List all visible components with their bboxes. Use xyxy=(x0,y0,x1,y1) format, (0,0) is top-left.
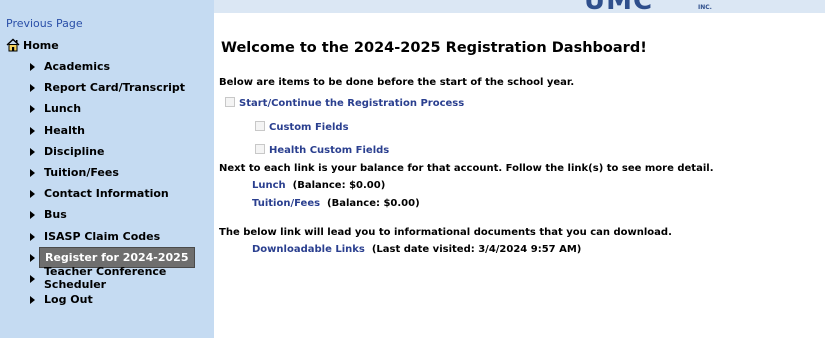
sidebar-item-bus[interactable]: Bus xyxy=(0,204,214,225)
sidebar-home[interactable]: Home xyxy=(6,36,59,54)
sidebar-item-tuition-fees[interactable]: Tuition/Fees xyxy=(0,162,214,183)
lunch-link[interactable]: Lunch xyxy=(252,180,286,191)
sidebar-item-label: Tuition/Fees xyxy=(44,166,119,180)
sidebar-item-label: Discipline xyxy=(44,144,105,158)
sidebar-item-label: Health xyxy=(44,123,85,137)
custom-fields-link[interactable]: Custom Fields xyxy=(269,122,349,133)
task-health-custom-fields: Health Custom Fields xyxy=(255,144,389,156)
intro-text: Below are items to be done before the st… xyxy=(219,77,575,88)
task-custom-fields: Custom Fields xyxy=(255,121,349,133)
sidebar-item-report-card[interactable]: Report Card/Transcript xyxy=(0,77,214,98)
caret-right-icon xyxy=(30,105,35,114)
caret-right-icon xyxy=(30,126,35,135)
company-logo: UMC xyxy=(584,0,653,13)
top-banner: UMC INC. xyxy=(214,0,825,13)
sidebar-item-label: Log Out xyxy=(44,293,93,307)
caret-right-icon xyxy=(30,232,35,241)
caret-right-icon xyxy=(30,274,35,283)
home-icon xyxy=(6,38,20,52)
caret-right-icon xyxy=(30,211,35,220)
sidebar-item-log-out[interactable]: Log Out xyxy=(0,289,214,310)
sidebar-item-academics[interactable]: Academics xyxy=(0,56,214,77)
sidebar: Previous Page Home Academics Report Card… xyxy=(0,0,214,338)
sidebar-item-label: Lunch xyxy=(44,102,82,116)
caret-right-icon xyxy=(30,147,35,156)
sidebar-item-label: Bus xyxy=(44,208,67,222)
sidebar-item-isasp-claim-codes[interactable]: ISASP Claim Codes xyxy=(0,226,214,247)
sidebar-item-contact-information[interactable]: Contact Information xyxy=(0,183,214,204)
lunch-balance-row: Lunch (Balance: $0.00) xyxy=(252,180,385,191)
task-checkbox[interactable] xyxy=(255,121,265,131)
sidebar-item-teacher-conference-scheduler[interactable]: Teacher Conference Scheduler xyxy=(0,265,214,292)
health-custom-fields-link[interactable]: Health Custom Fields xyxy=(269,145,389,156)
sidebar-item-label: ISASP Claim Codes xyxy=(44,229,161,243)
tuition-balance-row: Tuition/Fees (Balance: $0.00) xyxy=(252,198,420,209)
registration-process-link[interactable]: Start/Continue the Registration Process xyxy=(239,98,464,109)
last-visited-text: (Last date visited: 3/4/2024 9:57 AM) xyxy=(371,244,582,255)
caret-right-icon xyxy=(30,296,35,305)
tuition-balance: (Balance: $0.00) xyxy=(327,198,420,209)
caret-right-icon xyxy=(30,253,35,262)
sidebar-item-label: Academics xyxy=(44,60,111,74)
sidebar-item-label: Teacher Conference Scheduler xyxy=(44,265,167,292)
caret-right-icon xyxy=(30,168,35,177)
sidebar-item-health[interactable]: Health xyxy=(0,120,214,141)
sidebar-item-label: Contact Information xyxy=(44,187,169,201)
downloadable-links-row: Downloadable Links (Last date visited: 3… xyxy=(252,244,581,255)
balance-intro-text: Next to each link is your balance for th… xyxy=(219,163,714,174)
caret-right-icon xyxy=(30,84,35,93)
caret-right-icon xyxy=(30,190,35,199)
caret-right-icon xyxy=(30,63,35,71)
docs-intro-text: The below link will lead you to informat… xyxy=(219,227,672,238)
task-checkbox[interactable] xyxy=(255,144,265,154)
page-title: Welcome to the 2024-2025 Registration Da… xyxy=(221,40,647,56)
sidebar-home-label: Home xyxy=(23,38,59,52)
sidebar-item-discipline[interactable]: Discipline xyxy=(0,141,214,162)
sidebar-nav: Academics Report Card/Transcript Lunch H… xyxy=(0,56,214,310)
tuition-fees-link[interactable]: Tuition/Fees xyxy=(252,198,320,209)
task-registration: Start/Continue the Registration Process xyxy=(225,97,464,109)
sidebar-item-label: Report Card/Transcript xyxy=(44,81,186,95)
lunch-balance: (Balance: $0.00) xyxy=(292,180,386,191)
task-checkbox[interactable] xyxy=(225,97,235,107)
previous-page-link[interactable]: Previous Page xyxy=(6,17,83,30)
company-logo-suffix: INC. xyxy=(698,4,712,11)
downloadable-links-link[interactable]: Downloadable Links xyxy=(252,244,365,255)
sidebar-item-lunch[interactable]: Lunch xyxy=(0,98,214,119)
